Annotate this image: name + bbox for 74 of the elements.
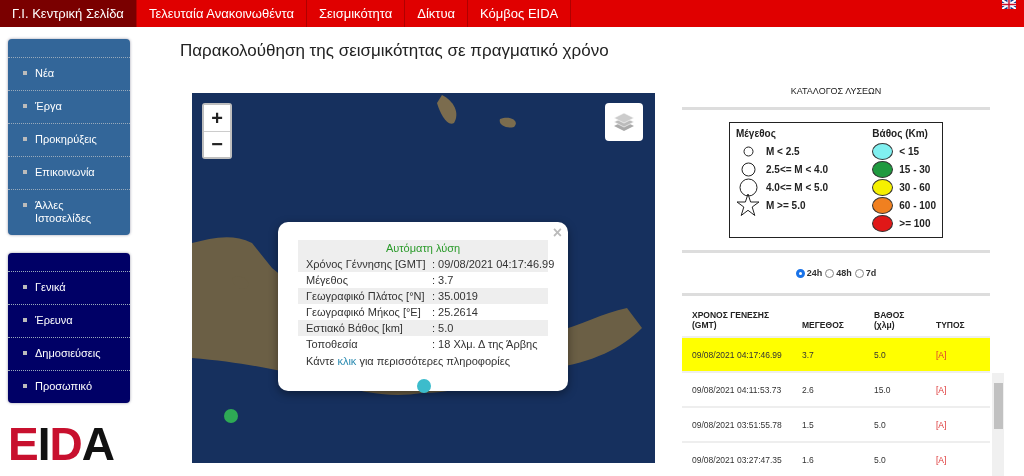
legend-label: M >= 5.0 xyxy=(766,199,806,211)
sidebar-item[interactable]: Προσωπικό xyxy=(8,370,130,403)
popup-label: Μέγεθος xyxy=(306,274,349,286)
flag-icon[interactable] xyxy=(1002,0,1016,9)
sidebar-item[interactable]: Έρευνα xyxy=(8,304,130,337)
table-cell: 09/08/2021 04:11:53.73 xyxy=(682,372,792,407)
nav-tab[interactable]: Γ.Ι. Κεντρική Σελίδα xyxy=(0,0,137,27)
popup-value: : 5.0 xyxy=(432,322,454,334)
nav-tab[interactable]: Σεισμικότητα xyxy=(306,0,406,27)
sidebar-item[interactable]: Δημοσιεύσεις xyxy=(8,337,130,370)
legend-label: 4.0<= M < 5.0 xyxy=(766,181,828,193)
popup-value: : 35.0019 xyxy=(432,290,478,302)
column-header: ΒΑΘΟΣ (χλμ) xyxy=(864,296,926,337)
more-info-text: Κάντε κλικ για περισσότερες πληροφορίες xyxy=(305,354,511,367)
medium-circle-icon xyxy=(740,161,756,177)
sidebar-item[interactable]: Νέα xyxy=(8,57,130,90)
sidebar-item[interactable]: Προκηρύξεις xyxy=(8,123,130,156)
layers-icon xyxy=(612,111,636,133)
zoom-out-button[interactable]: − xyxy=(204,131,230,157)
table-cell: 1.5 xyxy=(792,407,864,442)
popup-label: Γεωγραφικό Μήκος [°E] xyxy=(306,306,422,318)
table-cell: 09/08/2021 03:51:55.78 xyxy=(682,407,792,442)
table-cell: 09/08/2021 04:17:46.99 xyxy=(682,337,792,372)
sidebar-item[interactable]: Άλλες Ιστοσελίδες xyxy=(8,189,130,235)
popup-label: Γεωγραφικό Πλάτος [°N] xyxy=(306,290,426,302)
sidebar-item[interactable]: Επικοινωνία xyxy=(8,156,130,189)
legend-label: 2.5<= M < 4.0 xyxy=(766,163,828,175)
table-cell: 3.7 xyxy=(792,337,864,372)
logo: EIDA xyxy=(8,421,115,467)
period-radio[interactable]: 7d xyxy=(854,268,877,278)
table-cell: 1.6 xyxy=(792,442,864,476)
column-header: ΜΕΓΕΘΟΣ xyxy=(792,296,864,337)
legend-label: < 15 xyxy=(899,145,920,157)
period-radio[interactable]: 48h xyxy=(825,268,852,278)
popup-heading: Αυτόματη λύση xyxy=(298,240,548,256)
more-info-link[interactable]: κλικ xyxy=(337,355,357,367)
popup-label: Εστιακό Βάθος [km] xyxy=(306,322,404,334)
legend-heading: Μέγεθος xyxy=(736,128,777,139)
sidebar-item[interactable]: Έργα xyxy=(8,90,130,123)
table-cell: 09/08/2021 03:27:47.35 xyxy=(682,442,792,476)
popup-value: : 3.7 xyxy=(432,274,454,286)
table-cell: 5.0 xyxy=(864,407,926,442)
period-radio[interactable]: 24h xyxy=(795,268,823,278)
table-cell: [A] xyxy=(926,337,990,372)
small-circle-icon xyxy=(742,145,754,157)
legend-heading: Βάθος (Km) xyxy=(872,128,929,139)
column-header: ΧΡΟΝΟΣ ΓΕΝΕΣΗΣ (GMT) xyxy=(682,296,792,337)
legend-label: 30 - 60 xyxy=(899,181,931,193)
popup-label: Τοποθεσία xyxy=(306,338,359,350)
popup-value: : 18 Χλμ. Δ της Άρβης xyxy=(432,338,538,350)
page-title: Παρακολούθηση της σεισμικότητας σε πραγματικό χρόνο xyxy=(180,41,610,62)
table-cell: [A] xyxy=(926,407,990,442)
column-header: ΤΥΠΟΣ xyxy=(926,296,990,337)
popup-value: : 09/08/2021 04:17:46.99 xyxy=(432,258,555,270)
sidebar-item[interactable]: Γενικά xyxy=(8,271,130,304)
catalog-title: ΚΑΤΑΛΟΓΟΣ ΛΥΣΕΩΝ xyxy=(682,83,990,110)
large-circle-icon xyxy=(738,177,758,197)
legend-label: M < 2.5 xyxy=(766,145,800,157)
table-cell: 5.0 xyxy=(864,442,926,476)
popup-value: : 25.2614 xyxy=(432,306,478,318)
legend-label: 15 - 30 xyxy=(899,163,931,175)
legend-label: 60 - 100 xyxy=(899,199,936,211)
nav-tab[interactable]: Δίκτυα xyxy=(405,0,469,27)
table-cell: [A] xyxy=(926,372,990,407)
table-cell: 5.0 xyxy=(864,337,926,372)
scrollbar-thumb[interactable] xyxy=(994,383,1003,429)
table-cell: 15.0 xyxy=(864,372,926,407)
popup-label: Χρόνος Γέννησης [GMT] xyxy=(306,258,427,270)
nav-tab[interactable]: Τελευταία Ανακοινωθέντα xyxy=(136,0,307,27)
legend-label: >= 100 xyxy=(899,217,931,229)
table-cell: [A] xyxy=(926,442,990,476)
nav-tab[interactable]: Κόμβος EIDA xyxy=(468,0,572,27)
table-cell: 2.6 xyxy=(792,372,864,407)
star-icon xyxy=(736,193,760,217)
